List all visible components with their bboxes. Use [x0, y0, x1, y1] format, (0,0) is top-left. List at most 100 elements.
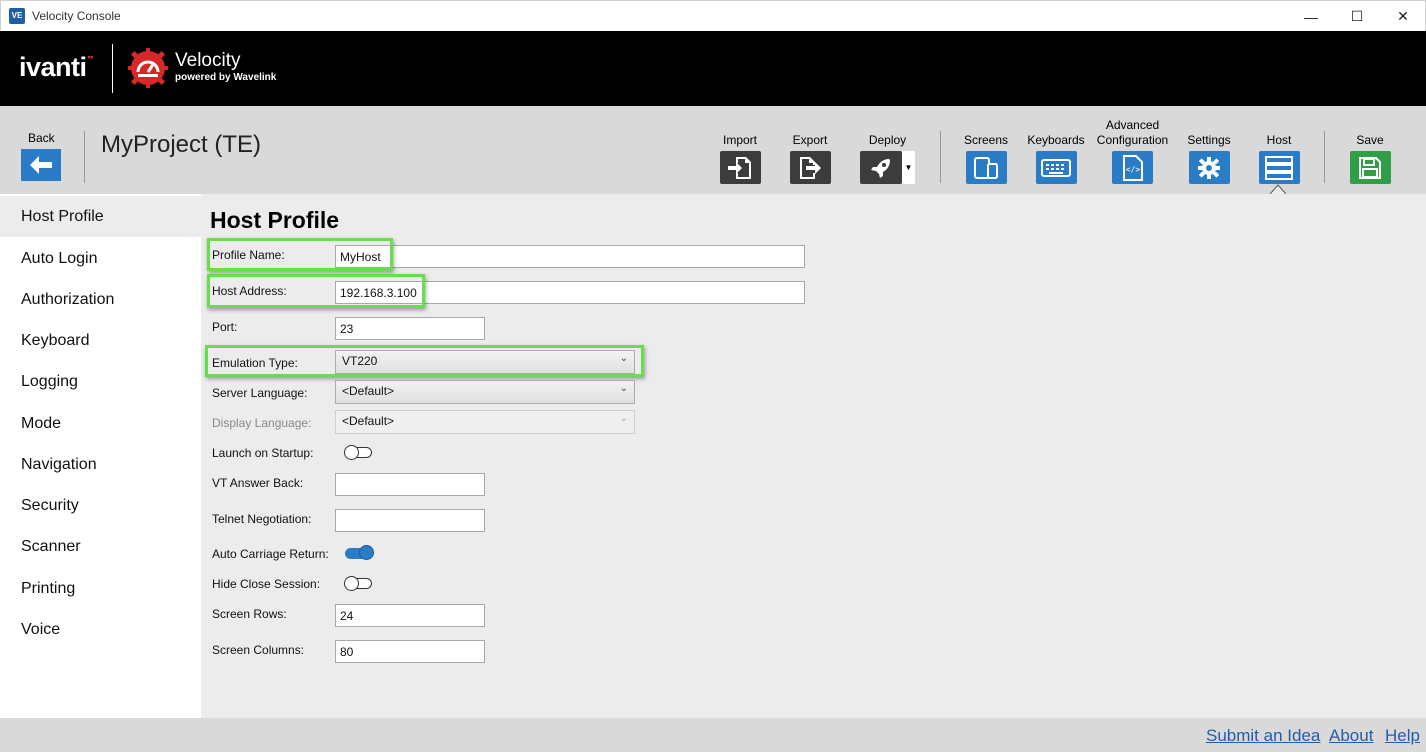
product-name: Velocity: [175, 50, 241, 71]
profile-name-field[interactable]: MyHost: [335, 245, 805, 268]
minimize-button[interactable]: —: [1288, 1, 1334, 32]
chevron-down-icon: ⌄: [619, 413, 628, 424]
sidebar-item-printing[interactable]: Printing: [0, 568, 201, 609]
window-title: Velocity Console: [32, 9, 121, 23]
host-label: Host: [1266, 133, 1292, 147]
host-address-label: Host Address:: [212, 284, 287, 298]
sidebar-item-auto-login[interactable]: Auto Login: [0, 238, 201, 279]
window-titlebar: VE Velocity Console — ☐ ✕: [0, 0, 1426, 31]
export-icon: [789, 151, 831, 184]
sidebar-item-navigation[interactable]: Navigation: [0, 444, 201, 485]
gear-icon: [1188, 151, 1230, 184]
svg-text:</>: </>: [1125, 165, 1140, 174]
sidebar-item-logging[interactable]: Logging: [0, 361, 201, 402]
advanced-configuration-button[interactable]: Advanced Configuration </>: [1095, 106, 1170, 184]
chevron-down-icon: ⌄: [619, 383, 628, 394]
sidebar-item-security[interactable]: Security: [0, 485, 201, 526]
settings-button[interactable]: Settings: [1185, 118, 1233, 184]
keyboards-button[interactable]: Keyboards: [1027, 118, 1085, 184]
brand-divider: [112, 44, 113, 93]
auto-carriage-return-toggle[interactable]: [345, 545, 374, 560]
toolbar: Back MyProject (TE) Import Export Deploy…: [0, 106, 1426, 194]
toggle-knob: [359, 545, 374, 560]
brand-header: ivanti▪▪ Velocity powered by Wavelink: [0, 31, 1426, 106]
export-button[interactable]: Export: [785, 118, 835, 184]
sidebar-item-host-profile[interactable]: Host Profile: [0, 196, 201, 237]
telnet-negotiation-label: Telnet Negotiation:: [212, 512, 312, 526]
screen-columns-field[interactable]: 80: [335, 640, 485, 663]
import-button[interactable]: Import: [715, 118, 765, 184]
toggle-knob: [344, 576, 359, 591]
server-language-value: <Default>: [342, 384, 395, 398]
host-address-field[interactable]: 192.168.3.100: [335, 281, 805, 304]
sidebar: Host Profile Auto Login Authorization Ke…: [0, 194, 201, 718]
host-selected-caret-icon: [1270, 184, 1286, 194]
floppy-disk-icon: [1349, 151, 1391, 184]
emulation-type-value: VT220: [342, 354, 378, 368]
keyboard-icon: [1035, 151, 1077, 184]
profile-name-label: Profile Name:: [212, 248, 285, 262]
sidebar-item-keyboard[interactable]: Keyboard: [0, 320, 201, 361]
toolbar-divider: [84, 131, 85, 183]
deploy-dropdown-arrow[interactable]: ▼: [902, 151, 915, 184]
submit-idea-link[interactable]: Submit an Idea: [1206, 726, 1320, 746]
deploy-label: Deploy: [868, 133, 907, 147]
app-icon: VE: [9, 8, 25, 24]
keyboards-label: Keyboards: [1027, 133, 1085, 147]
import-label: Import: [722, 133, 757, 147]
sidebar-item-scanner[interactable]: Scanner: [0, 526, 201, 567]
host-button[interactable]: Host: [1257, 118, 1301, 184]
footer: Submit an Idea About Help: [0, 718, 1426, 752]
launch-on-startup-toggle[interactable]: [344, 445, 372, 460]
server-language-label: Server Language:: [212, 386, 308, 400]
display-language-value: <Default>: [342, 414, 395, 428]
display-language-select: <Default> ⌄: [335, 410, 635, 434]
help-link[interactable]: Help: [1385, 726, 1420, 746]
advanced-label-line2: Configuration: [1096, 133, 1169, 147]
auto-carriage-return-label: Auto Carriage Return:: [212, 547, 329, 561]
screen-rows-label: Screen Rows:: [212, 607, 287, 621]
sidebar-item-mode[interactable]: Mode: [0, 403, 201, 444]
vt-answer-back-label: VT Answer Back:: [212, 476, 304, 490]
toolbar-divider: [940, 131, 941, 183]
server-language-select[interactable]: <Default> ⌄: [335, 380, 635, 404]
about-link[interactable]: About: [1329, 726, 1373, 746]
project-title: MyProject (TE): [101, 131, 262, 158]
sidebar-item-voice[interactable]: Voice: [0, 609, 201, 650]
sidebar-item-authorization[interactable]: Authorization: [0, 279, 201, 320]
telnet-negotiation-field[interactable]: [335, 509, 485, 532]
toolbar-divider: [1324, 131, 1325, 183]
save-button[interactable]: Save: [1348, 118, 1392, 184]
launch-on-startup-label: Launch on Startup:: [212, 446, 314, 460]
back-label: Back: [28, 131, 55, 145]
velocity-logo-icon: [128, 48, 168, 88]
server-icon: [1258, 151, 1300, 184]
rocket-icon: ▼: [860, 151, 915, 184]
toggle-knob: [344, 445, 359, 460]
emulation-type-label: Emulation Type:: [212, 356, 298, 370]
emulation-type-select[interactable]: VT220 ⌄: [335, 350, 635, 374]
port-label: Port:: [212, 320, 238, 334]
hide-close-session-label: Hide Close Session:: [212, 577, 321, 591]
code-file-icon: </>: [1112, 151, 1153, 184]
back-button[interactable]: [21, 149, 61, 181]
devices-icon: [965, 151, 1007, 184]
display-language-label: Display Language:: [212, 416, 312, 430]
arrow-left-icon: [30, 156, 52, 174]
port-field[interactable]: 23: [335, 317, 485, 340]
deploy-button[interactable]: Deploy ▼: [860, 118, 915, 184]
import-icon: [719, 151, 761, 184]
page-title: Host Profile: [210, 207, 340, 233]
vt-answer-back-field[interactable]: [335, 473, 485, 496]
product-tagline: powered by Wavelink: [175, 72, 277, 83]
screens-button[interactable]: Screens: [960, 118, 1012, 184]
maximize-button[interactable]: ☐: [1334, 1, 1380, 32]
settings-label: Settings: [1187, 133, 1231, 147]
host-profile-panel: Host Profile Profile Name: MyHost Host A…: [201, 194, 1426, 718]
export-label: Export: [792, 133, 828, 147]
screen-rows-field[interactable]: 24: [335, 604, 485, 627]
close-button[interactable]: ✕: [1380, 1, 1426, 32]
screen-columns-label: Screen Columns:: [212, 643, 305, 657]
hide-close-session-toggle[interactable]: [344, 576, 372, 591]
advanced-label-line1: Advanced: [1105, 118, 1160, 132]
